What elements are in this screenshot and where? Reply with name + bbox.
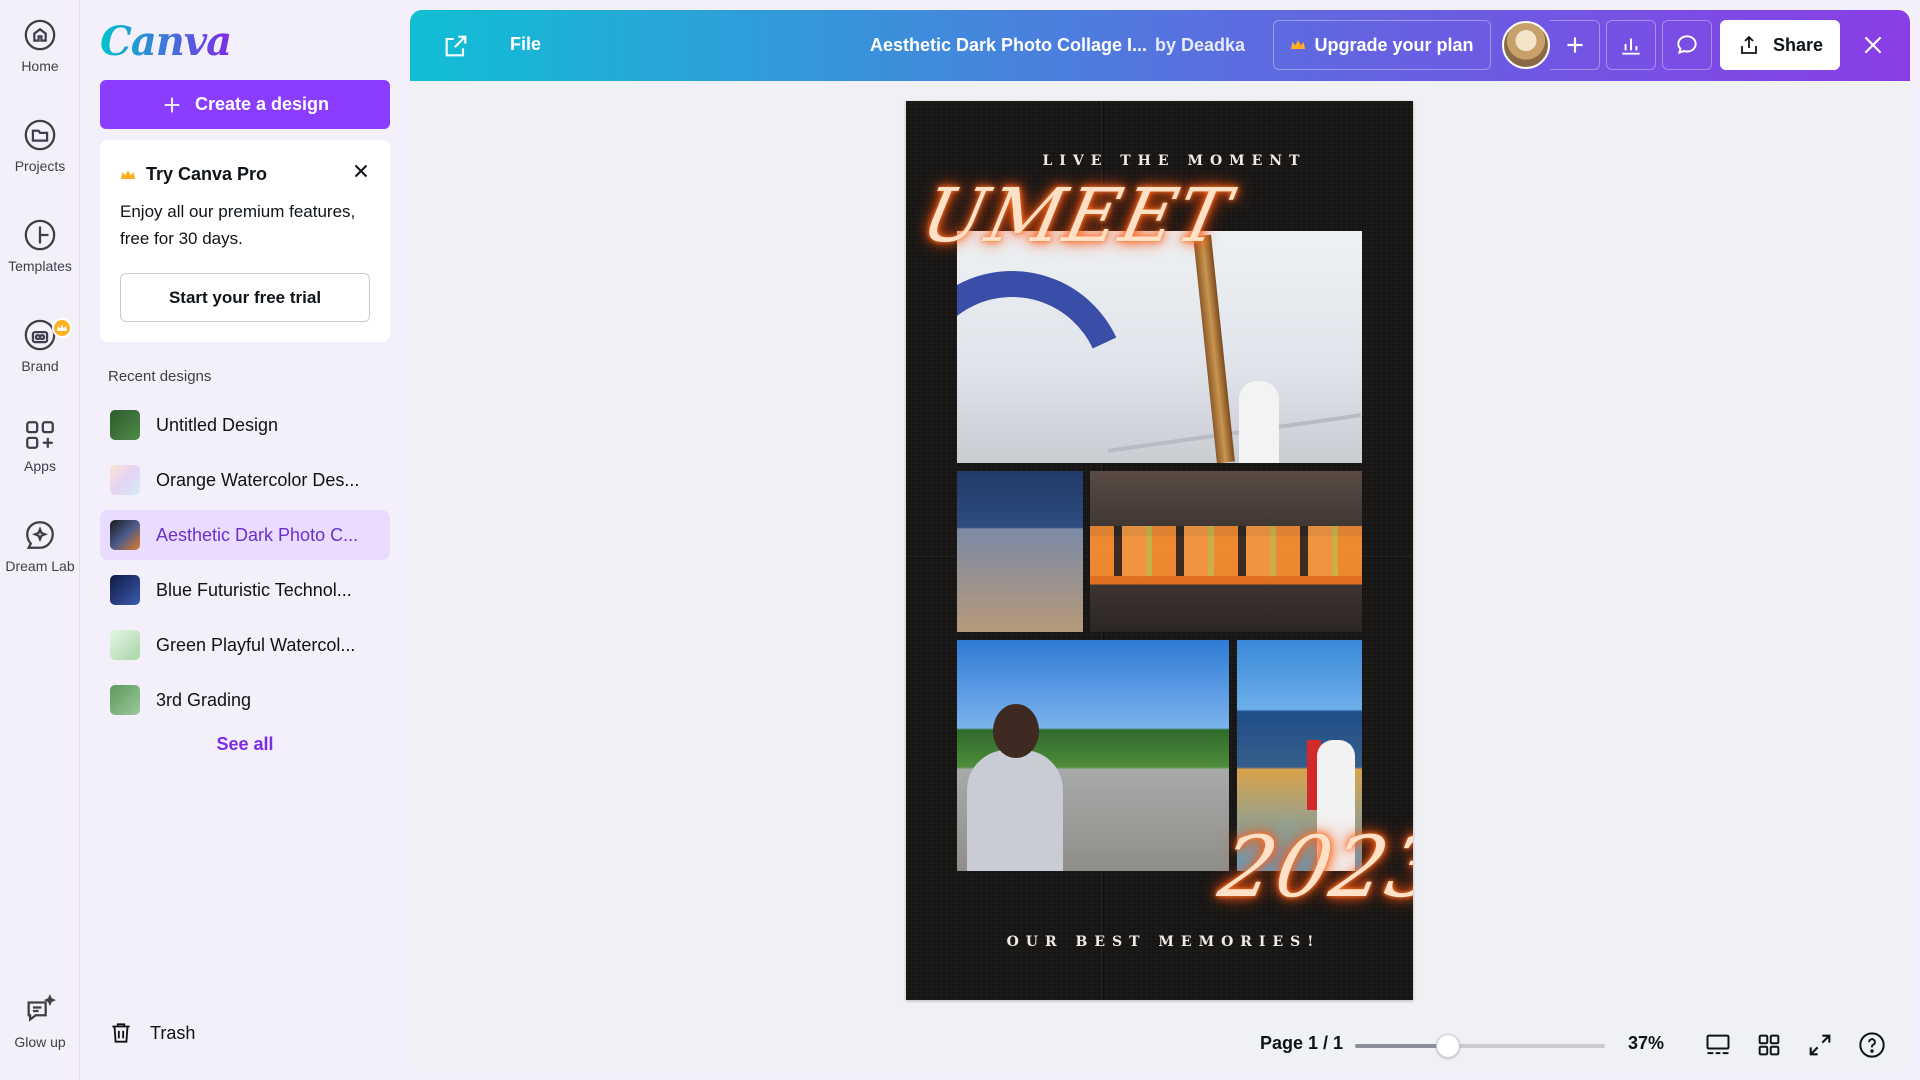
home-icon xyxy=(24,19,56,51)
zoom-slider[interactable] xyxy=(1355,1034,1605,1058)
recent-design-label: Green Playful Watercol... xyxy=(156,634,356,655)
folder-icon xyxy=(24,119,56,151)
tagline-bottom[interactable]: OUR BEST MEMORIES! xyxy=(906,934,1413,950)
invite-button[interactable] xyxy=(1550,20,1600,70)
rail-projects-label: Projects xyxy=(14,158,66,174)
recent-design-label: Untitled Design xyxy=(156,414,279,435)
design-canvas[interactable]: LIVE THE MOMENT UMEET 2023 OUR BEST MEMO… xyxy=(906,101,1413,1000)
recent-design-item[interactable]: Green Playful Watercol... xyxy=(100,620,390,670)
apps-icon xyxy=(26,421,54,449)
create-design-label: Create a design xyxy=(194,94,330,114)
upgrade-plan-label: Upgrade your plan xyxy=(1314,34,1474,55)
design-thumbnail xyxy=(110,630,140,660)
recent-design-label: Orange Watercolor Des... xyxy=(156,469,360,490)
avatar[interactable] xyxy=(1502,21,1550,69)
bottom-bar: Page 1 / 1 37% xyxy=(410,1020,1910,1070)
recent-designs-list: Untitled Design Orange Watercolor Des...… xyxy=(100,400,390,730)
side-panel: Canva Create a design Try Canva Pro Enjo… xyxy=(80,0,410,1080)
rail-apps-label: Apps xyxy=(24,458,56,474)
recent-design-item[interactable]: Blue Futuristic Technol... xyxy=(100,565,390,615)
collage-photo[interactable] xyxy=(957,471,1083,632)
pages-view-icon[interactable] xyxy=(1704,1031,1732,1059)
trash-label: Trash xyxy=(150,1022,196,1043)
fullscreen-icon[interactable] xyxy=(1806,1031,1834,1059)
collage-photo[interactable] xyxy=(957,640,1229,871)
collage-photo[interactable] xyxy=(957,231,1362,463)
design-thumbnail xyxy=(110,685,140,715)
open-external-icon[interactable] xyxy=(442,32,470,60)
neon-year[interactable]: 2023 xyxy=(1212,818,1413,916)
share-icon xyxy=(1741,35,1757,54)
see-all-link[interactable]: See all xyxy=(100,734,390,755)
design-author: by Deadka xyxy=(1155,35,1246,55)
page-indicator[interactable]: Page 1 / 1 xyxy=(1260,1033,1343,1054)
recent-design-item[interactable]: 3rd Grading xyxy=(100,675,390,725)
recent-design-item[interactable]: Untitled Design xyxy=(100,400,390,450)
promo-title: Try Canva Pro xyxy=(146,164,268,184)
recent-design-item[interactable]: Orange Watercolor Des... xyxy=(100,455,390,505)
recent-design-item-active[interactable]: Aesthetic Dark Photo C... xyxy=(100,510,390,560)
design-thumbnail xyxy=(110,410,140,440)
design-thumbnail xyxy=(110,465,140,495)
grid-view-icon[interactable] xyxy=(1755,1031,1783,1059)
canva-pro-promo: Try Canva Pro Enjoy all our premium feat… xyxy=(100,140,390,342)
plus-icon xyxy=(164,97,180,112)
neon-title[interactable]: UMEET xyxy=(915,173,1239,259)
comments-button[interactable] xyxy=(1662,20,1712,70)
rail-apps[interactable]: Apps xyxy=(0,406,80,486)
rail-glow-up-label: Glow up xyxy=(14,1034,66,1050)
bar-chart-icon xyxy=(1622,38,1640,55)
start-free-trial-button[interactable]: Start your free trial xyxy=(120,273,370,322)
design-title[interactable]: Aesthetic Dark Photo Collage I... xyxy=(870,35,1160,56)
rail-home[interactable]: Home xyxy=(0,6,80,86)
comment-icon xyxy=(1677,35,1697,55)
recent-design-label: Blue Futuristic Technol... xyxy=(156,579,352,600)
help-icon[interactable] xyxy=(1858,1031,1886,1059)
crown-icon xyxy=(121,169,135,179)
rail-brand-label: Brand xyxy=(21,358,59,374)
rail-home-label: Home xyxy=(21,58,59,74)
file-menu[interactable]: File xyxy=(510,34,541,55)
promo-text: Enjoy all our premium features, free for… xyxy=(120,202,356,248)
trash-icon xyxy=(112,1023,130,1043)
rail-glow-up[interactable]: Glow up xyxy=(0,982,80,1062)
create-design-button[interactable]: Create a design xyxy=(100,80,390,129)
icon-rail: Home Projects Templates Brand Apps Dream… xyxy=(0,0,80,1080)
recent-design-label: 3rd Grading xyxy=(156,689,252,710)
editor-area: File Aesthetic Dark Photo Collage I... b… xyxy=(410,10,1910,1070)
top-bar: File Aesthetic Dark Photo Collage I... b… xyxy=(410,10,1910,81)
design-thumbnail xyxy=(110,520,140,550)
rail-dream-lab[interactable]: Dream Lab xyxy=(0,506,80,586)
canva-logo[interactable]: Canva xyxy=(100,18,232,65)
crown-icon xyxy=(1291,40,1306,49)
plus-icon xyxy=(1566,37,1583,53)
rail-projects[interactable]: Projects xyxy=(0,106,80,186)
templates-icon xyxy=(24,219,56,251)
close-icon[interactable] xyxy=(350,160,372,182)
crown-badge-icon xyxy=(52,318,72,338)
share-label: Share xyxy=(1772,34,1824,55)
dream-lab-icon xyxy=(26,521,54,549)
collage-photo[interactable] xyxy=(1090,471,1362,632)
rail-templates[interactable]: Templates xyxy=(0,206,80,286)
tagline-top[interactable]: LIVE THE MOMENT xyxy=(906,153,1413,169)
trash-link[interactable]: Trash xyxy=(108,1020,195,1046)
close-icon[interactable] xyxy=(1860,32,1886,58)
rail-brand[interactable]: Brand xyxy=(0,306,80,386)
zoom-level[interactable]: 37% xyxy=(1628,1033,1664,1054)
rail-templates-label: Templates xyxy=(8,258,72,274)
recent-designs-heading: Recent designs xyxy=(108,368,212,385)
insights-button[interactable] xyxy=(1606,20,1656,70)
design-thumbnail xyxy=(110,575,140,605)
share-button[interactable]: Share xyxy=(1720,20,1840,70)
upgrade-plan-button[interactable]: Upgrade your plan xyxy=(1273,20,1491,70)
rail-dream-lab-label: Dream Lab xyxy=(5,558,75,574)
glow-up-icon xyxy=(27,994,57,1022)
zoom-slider-handle[interactable] xyxy=(1435,1034,1460,1058)
recent-design-label: Aesthetic Dark Photo C... xyxy=(156,524,359,545)
